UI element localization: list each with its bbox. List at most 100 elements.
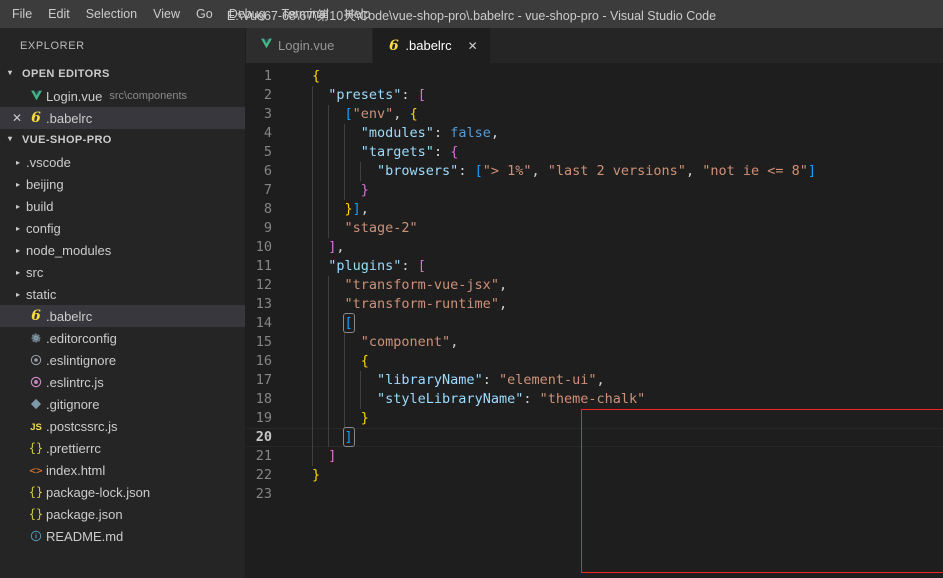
line-content: "targets": { [295, 143, 943, 162]
file-eslintrc-js[interactable]: .eslintrc.js [0, 371, 246, 393]
file-label: package.json [46, 506, 123, 522]
folder-node-modules[interactable]: ▸ node_modules [0, 239, 246, 261]
folder-label: src [26, 264, 44, 280]
open-editor-login-vue[interactable]: Login.vue src\components [0, 85, 246, 107]
code-line[interactable]: 6 "browsers": ["> 1%", "last 2 versions"… [246, 162, 943, 181]
babel-icon: 6 [389, 37, 399, 54]
line-content: } [295, 409, 943, 428]
line-content: { [312, 68, 321, 84]
code-line[interactable]: 8 }], [246, 200, 943, 219]
code-line[interactable]: 1 { [246, 67, 943, 86]
open-editor-label: Login.vue [46, 88, 103, 104]
line-number: 12 [255, 277, 272, 293]
editor-tab-bar: Login.vue ✕ 6 .babelrc ✕ [246, 28, 943, 63]
file-eslintignore[interactable]: .eslintignore [0, 349, 246, 371]
line-number: 3 [263, 106, 272, 122]
editor-area: Login.vue ✕ 6 .babelrc ✕ 1 { [246, 28, 943, 578]
folder-beijing[interactable]: ▸ beijing [0, 173, 246, 195]
close-icon[interactable]: ✕ [8, 111, 26, 125]
code-line[interactable]: 5 "targets": { [246, 143, 943, 162]
code-line[interactable]: 12 "transform-vue-jsx", [246, 276, 943, 295]
file-package-json[interactable]: {} package.json [0, 503, 246, 525]
code-line[interactable]: 16 { [246, 352, 943, 371]
folder-build[interactable]: ▸ build [0, 195, 246, 217]
markdown-icon [26, 530, 46, 542]
line-content: "styleLibraryName": "theme-chalk" [295, 390, 943, 409]
json-icon: {} [28, 441, 44, 455]
line-number: 13 [255, 296, 272, 312]
folder-config[interactable]: ▸ config [0, 217, 246, 239]
line-content: "transform-vue-jsx", [295, 276, 943, 295]
close-icon[interactable]: ✕ [466, 39, 480, 53]
file-prettierrc[interactable]: {} .prettierrc [0, 437, 246, 459]
line-number: 6 [263, 163, 272, 179]
code-line[interactable]: 17 "libraryName": "element-ui", [246, 371, 943, 390]
line-content: "browsers": ["> 1%", "last 2 versions", … [295, 162, 943, 181]
code-line[interactable]: 23 [246, 485, 943, 504]
line-number: 11 [255, 258, 272, 274]
code-line[interactable]: 2 "presets": [ [246, 86, 943, 105]
file-label: .eslintrc.js [46, 374, 104, 390]
code-line[interactable]: 21 ] [246, 447, 943, 466]
file-label: README.md [46, 528, 124, 544]
menu-terminal[interactable]: Terminal [274, 0, 337, 28]
code-line[interactable]: 15 "component", [246, 333, 943, 352]
file-index-html[interactable]: <> index.html [0, 459, 246, 481]
open-editor-label: .babelrc [46, 110, 93, 126]
line-content: }], [295, 200, 943, 219]
code-line[interactable]: 9 "stage-2" [246, 219, 943, 238]
line-number: 15 [255, 334, 272, 350]
menu-selection[interactable]: Selection [78, 0, 145, 28]
menu-help[interactable]: Help [337, 0, 379, 28]
babel-icon: 6 [31, 308, 41, 324]
chevron-right-icon: ▸ [15, 289, 20, 299]
file-postcssrc-js[interactable]: JS .postcssrc.js [0, 415, 246, 437]
code-line[interactable]: 14 [ [246, 313, 943, 333]
file-babelrc[interactable]: 6 .babelrc [0, 305, 246, 327]
menu-debug[interactable]: Debug [221, 0, 274, 28]
open-editors-label: OPEN EDITORS [22, 68, 110, 80]
open-editors-header[interactable]: ▾ OPEN EDITORS [0, 63, 246, 85]
code-line[interactable]: 10 ], [246, 238, 943, 257]
line-number: 23 [255, 486, 272, 502]
code-line-current[interactable]: 20 ] [246, 427, 943, 447]
folder-src[interactable]: ▸ src [0, 261, 246, 283]
code-line[interactable]: 22 } [246, 466, 943, 485]
open-editor-babelrc[interactable]: ✕ 6 .babelrc [0, 107, 246, 129]
code-line[interactable]: 19 } [246, 409, 943, 428]
line-content: ] [295, 427, 943, 447]
folder-label: config [26, 220, 61, 236]
line-number: 16 [255, 353, 272, 369]
menu-file[interactable]: File [4, 0, 40, 28]
code-line[interactable]: 11 "plugins": [ [246, 257, 943, 276]
file-label: index.html [46, 462, 106, 478]
file-readme-md[interactable]: README.md [0, 525, 246, 547]
code-line[interactable]: 7 } [246, 181, 943, 200]
line-number: 5 [263, 144, 272, 160]
project-root-header[interactable]: ▾ VUE-SHOP-PRO [0, 129, 246, 151]
json-icon: {} [28, 485, 44, 499]
folder-label: beijing [26, 176, 64, 192]
chevron-right-icon: ▸ [15, 245, 20, 255]
menu-view[interactable]: View [145, 0, 188, 28]
line-number: 14 [255, 315, 272, 331]
tab-login-vue[interactable]: Login.vue ✕ [246, 28, 374, 63]
json-icon: {} [28, 507, 44, 521]
line-number: 4 [263, 125, 272, 141]
file-package-lock-json[interactable]: {} package-lock.json [0, 481, 246, 503]
code-lines[interactable]: 1 { 2 "presets": [ 3 ["env", {4 "module… [246, 63, 943, 578]
code-line[interactable]: 18 "styleLibraryName": "theme-chalk" [246, 390, 943, 409]
file-editorconfig[interactable]: .editorconfig [0, 327, 246, 349]
folder-vscode[interactable]: ▸ .vscode [0, 151, 246, 173]
code-editor[interactable]: 1 { 2 "presets": [ 3 ["env", {4 "module… [246, 63, 943, 578]
code-line[interactable]: 4 "modules": false, [246, 124, 943, 143]
code-line[interactable]: 13 "transform-runtime", [246, 295, 943, 314]
code-line[interactable]: 3 ["env", { [246, 105, 943, 124]
menu-go[interactable]: Go [188, 0, 221, 28]
folder-label: static [26, 286, 57, 302]
folder-static[interactable]: ▸ static [0, 283, 246, 305]
file-gitignore[interactable]: .gitignore [0, 393, 246, 415]
menu-edit[interactable]: Edit [40, 0, 78, 28]
tab-babelrc[interactable]: 6 .babelrc ✕ [373, 28, 491, 63]
line-number: 8 [263, 201, 272, 217]
